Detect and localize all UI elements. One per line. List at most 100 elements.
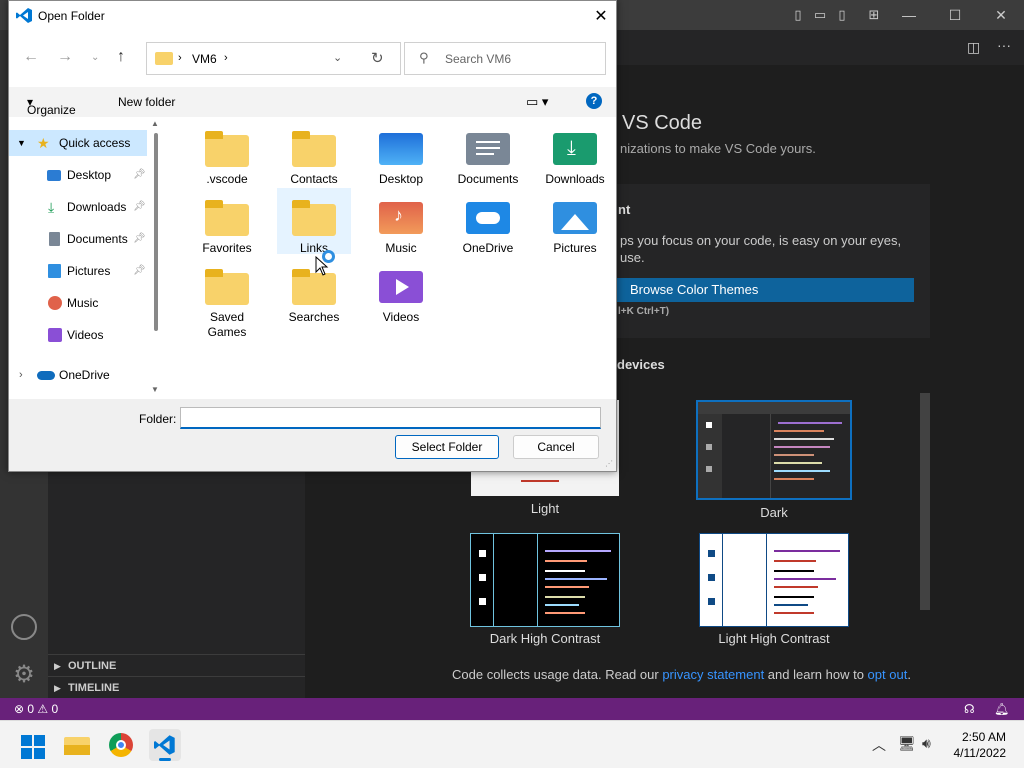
telemetry-text-end: . xyxy=(907,667,911,682)
vscode-icon[interactable] xyxy=(149,729,181,761)
nav-onedrive[interactable]: › OneDrive xyxy=(9,362,149,388)
folder-item-label: OneDrive xyxy=(462,241,514,255)
recent-locations-icon[interactable]: ⌄ xyxy=(91,52,99,63)
chevron-down-icon[interactable]: ▼ xyxy=(17,130,26,156)
folder-item-downloads[interactable]: ⤓ Downloads xyxy=(538,119,612,186)
nav-documents[interactable]: Documents 📌︎ xyxy=(9,226,149,252)
windows-start-icon[interactable] xyxy=(17,729,49,761)
address-bar[interactable]: › VM6 › ⌄ ↻ xyxy=(146,42,401,75)
vscode-icon xyxy=(16,8,32,23)
browse-color-themes-button[interactable]: Browse Color Themes xyxy=(612,278,914,302)
file-explorer-icon[interactable] xyxy=(61,729,93,761)
toggle-sidebar-icon[interactable]: ▯ xyxy=(790,7,806,23)
forward-arrow-icon[interactable]: → xyxy=(57,48,73,66)
editor-scrollbar[interactable] xyxy=(920,393,930,610)
nav-music[interactable]: Music xyxy=(9,290,149,316)
address-dropdown-icon[interactable]: ⌄ xyxy=(333,51,342,64)
volume-icon[interactable]: 🔊︎ xyxy=(922,735,931,752)
folder-item-pictures[interactable]: Pictures xyxy=(538,188,612,255)
pictures-icon xyxy=(48,264,61,278)
search-icon: ⚲ xyxy=(419,50,429,65)
folder-item-vscode[interactable]: .vscode xyxy=(190,119,264,186)
chevron-right-icon[interactable]: › xyxy=(224,52,228,64)
new-folder-button[interactable]: New folder xyxy=(118,95,175,109)
split-editor-icon[interactable]: ◫ xyxy=(967,39,980,56)
back-arrow-icon[interactable]: ← xyxy=(23,48,39,66)
theme-preview-dark[interactable] xyxy=(696,400,852,500)
folder-item-saved-games[interactable]: Saved Games xyxy=(190,257,264,339)
refresh-icon[interactable]: ↻ xyxy=(371,49,384,67)
maximize-button[interactable]: ☐ xyxy=(932,0,978,30)
chevron-right-icon[interactable]: › xyxy=(19,362,23,388)
nav-pictures[interactable]: Pictures 📌︎ xyxy=(9,258,149,284)
nav-scrollbar[interactable]: ▲ ▼ xyxy=(151,119,161,397)
chrome-icon[interactable] xyxy=(105,729,137,761)
close-window-button[interactable]: ✕ xyxy=(978,0,1024,30)
folder-item-links[interactable]: Links xyxy=(277,188,351,255)
devices-heading: devices xyxy=(617,357,665,372)
folder-item-desktop[interactable]: Desktop xyxy=(364,119,438,186)
nav-label: Music xyxy=(67,296,99,310)
folder-item-searches[interactable]: Searches xyxy=(277,257,351,324)
notifications-icon[interactable]: 🔔︎ xyxy=(994,698,1009,720)
search-box[interactable]: ⚲ Search VM6 xyxy=(404,42,606,75)
organize-menu[interactable]: Organize ▾ xyxy=(27,95,76,117)
folder-item-contacts[interactable]: Contacts xyxy=(277,119,351,186)
opt-out-link[interactable]: opt out xyxy=(868,667,908,682)
dialog-title: Open Folder xyxy=(38,9,105,23)
up-arrow-icon[interactable]: ↑ xyxy=(117,48,125,66)
scroll-down-icon[interactable]: ▼ xyxy=(151,385,159,394)
downloads-icon: ⤓ xyxy=(553,131,597,167)
pin-icon: 📌︎ xyxy=(133,169,146,180)
privacy-statement-link[interactable]: privacy statement xyxy=(662,667,764,682)
nav-label: Videos xyxy=(67,328,104,342)
timeline-section[interactable]: ▶ TIMELINE xyxy=(48,676,305,698)
nav-downloads[interactable]: ⤓ Downloads 📌︎ xyxy=(9,194,149,220)
folder-item-music[interactable]: ♪ Music xyxy=(364,188,438,255)
help-icon[interactable]: ? xyxy=(586,93,602,109)
nav-videos[interactable]: Videos xyxy=(9,322,149,348)
folder-item-documents[interactable]: Documents xyxy=(451,119,525,186)
customize-layout-icon[interactable]: ⊞ xyxy=(866,7,882,23)
theme-label-light: Light xyxy=(530,501,560,516)
breadcrumb-segment[interactable]: VM6 xyxy=(192,52,217,66)
scroll-up-icon[interactable]: ▲ xyxy=(151,119,159,128)
dialog-toolbar: Organize ▾ New folder ▭ ▾ ? xyxy=(9,87,616,117)
welcome-title: VS Code xyxy=(622,112,703,134)
folder-icon xyxy=(292,200,336,236)
dialog-close-button[interactable]: ✕ xyxy=(586,1,616,32)
folder-icon xyxy=(292,131,336,167)
toggle-panel-icon[interactable]: ▭ xyxy=(812,7,828,23)
resize-grip-icon[interactable]: ⋰ xyxy=(605,459,613,468)
minimize-button[interactable]: — xyxy=(886,0,932,30)
folder-item-onedrive[interactable]: OneDrive xyxy=(451,188,525,255)
system-clock[interactable]: 2:50 AM 4/11/2022 xyxy=(954,729,1007,761)
folder-item-videos[interactable]: Videos xyxy=(364,257,438,324)
outline-section[interactable]: ▶ OUTLINE xyxy=(48,654,305,676)
theme-preview-light-hc[interactable] xyxy=(699,533,849,627)
pin-icon: 📌︎ xyxy=(133,201,146,212)
cancel-button[interactable]: Cancel xyxy=(513,435,599,459)
select-folder-button[interactable]: Select Folder xyxy=(395,435,499,459)
telemetry-text-mid: and learn how to xyxy=(764,667,868,682)
nav-desktop[interactable]: Desktop 📌︎ xyxy=(9,162,149,188)
problems-status[interactable]: ⊗ 0 ⚠ 0 xyxy=(14,698,58,720)
toggle-secondary-sidebar-icon[interactable]: ▯ xyxy=(834,7,850,23)
theme-preview-dark-hc[interactable] xyxy=(470,533,620,627)
nav-quick-access[interactable]: ▼ ★ Quick access xyxy=(9,130,147,156)
folder-item-label: Links xyxy=(299,241,328,255)
videos-icon xyxy=(48,328,62,342)
chevron-up-icon[interactable]: ︿ xyxy=(872,735,886,755)
feedback-icon[interactable]: ☊ xyxy=(964,698,975,720)
network-icon[interactable]: 🖥︎ xyxy=(898,735,916,752)
more-actions-icon[interactable]: ··· xyxy=(997,37,1011,53)
folder-item-label: Pictures xyxy=(553,241,597,255)
view-options-icon[interactable]: ▭ ▾ xyxy=(526,94,548,110)
scroll-thumb[interactable] xyxy=(154,133,158,331)
accounts-icon[interactable] xyxy=(11,614,37,640)
nav-label: Quick access xyxy=(59,136,131,150)
folder-name-input[interactable] xyxy=(180,407,601,429)
folder-item-favorites[interactable]: Favorites xyxy=(190,188,264,255)
videos-icon xyxy=(379,269,423,305)
gear-icon[interactable]: ⚙ xyxy=(11,662,37,688)
